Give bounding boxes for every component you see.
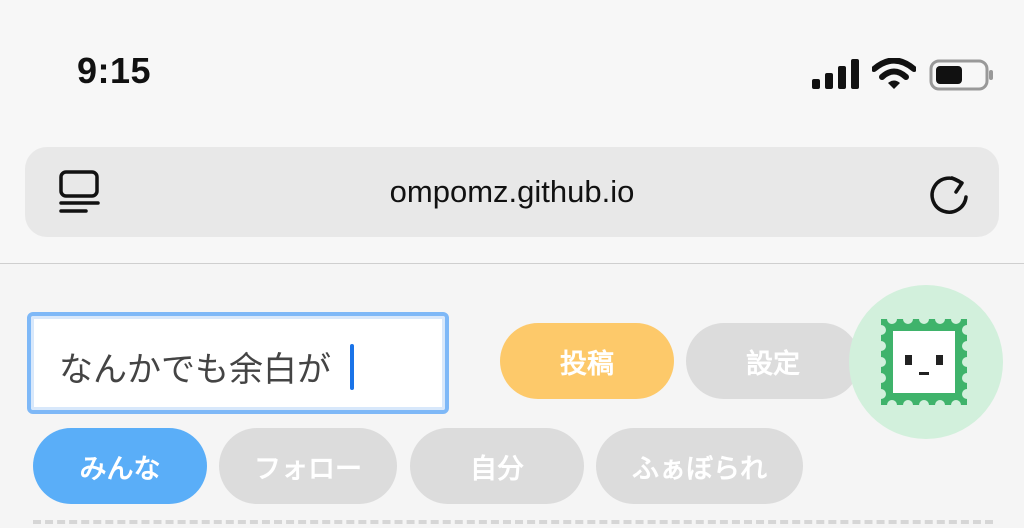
avatar[interactable] [849, 285, 1003, 439]
text-caret [350, 344, 354, 390]
post-button[interactable]: 投稿 [500, 323, 674, 399]
timeline-divider [33, 520, 993, 524]
url-text[interactable]: ompomz.github.io [25, 174, 999, 210]
status-bar: 9:15 [0, 0, 1024, 130]
status-time: 9:15 [77, 50, 152, 91]
tab-favorited[interactable]: ふぁぼられ [596, 428, 803, 504]
post-input[interactable]: なんかでも余白が [27, 312, 449, 414]
battery-icon [929, 59, 993, 91]
signal-icon [812, 59, 859, 89]
tab-everyone[interactable]: みんな [33, 428, 207, 504]
tab-self[interactable]: 自分 [410, 428, 584, 504]
wifi-icon [872, 58, 916, 89]
reload-icon[interactable] [928, 172, 972, 218]
stamp-face-icon [877, 315, 971, 409]
tab-follow[interactable]: フォロー [219, 428, 397, 504]
settings-button[interactable]: 設定 [686, 323, 860, 399]
address-bar[interactable]: ompomz.github.io [25, 147, 999, 237]
post-input-text[interactable]: なんかでも余白が [59, 342, 331, 391]
